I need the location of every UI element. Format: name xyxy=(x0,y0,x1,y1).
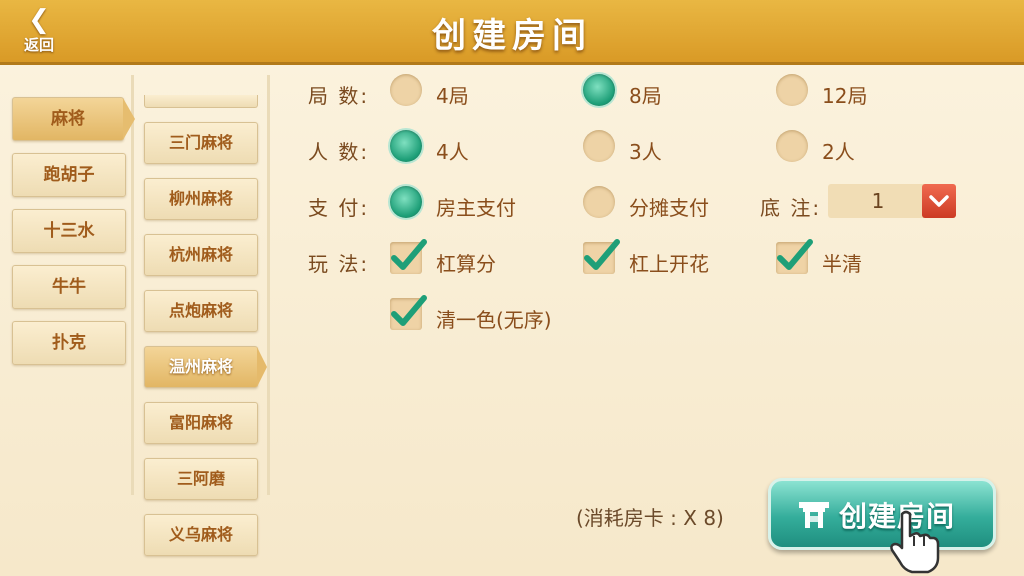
checkmark-icon xyxy=(391,295,427,326)
subgame-item-selected[interactable]: 温州麻将 xyxy=(144,346,267,388)
page-title: 创建房间 xyxy=(432,16,592,56)
players-label: 人 数: xyxy=(308,140,370,164)
rounds-option-8: 8局 xyxy=(629,84,662,108)
rule-option-half-clear: 半清 xyxy=(822,252,862,276)
players-option-4: 4人 xyxy=(436,140,469,164)
header-bar: ❮ 返回 创建房间 xyxy=(0,0,1024,65)
rule-option-gang-bloom: 杠上开花 xyxy=(629,252,709,276)
subgame-item[interactable]: 点炮麻将 xyxy=(144,290,258,332)
create-room-button[interactable]: 创建房间 xyxy=(768,478,996,550)
subgame-item[interactable]: 柳州麻将 xyxy=(144,178,258,220)
subgame-item[interactable]: 富阳麻将 xyxy=(144,402,258,444)
rule-checkbox-gang-score[interactable] xyxy=(390,239,427,274)
subgame-item[interactable]: 杭州麻将 xyxy=(144,234,258,276)
category-mahjong[interactable]: 麻将 xyxy=(12,97,135,141)
category-niuniu[interactable]: 牛牛 xyxy=(12,265,126,309)
players-radio-2[interactable] xyxy=(776,130,808,162)
rule-checkbox-half-clear[interactable] xyxy=(776,239,813,274)
rounds-label: 局 数: xyxy=(308,84,370,108)
players-option-2: 2人 xyxy=(822,140,855,164)
checkmark-icon xyxy=(584,239,620,270)
subgame-item[interactable]: 义乌麻将 xyxy=(144,514,258,556)
players-radio-3[interactable] xyxy=(583,130,615,162)
chevron-down-icon xyxy=(929,195,949,207)
rule-checkbox-gang-bloom[interactable] xyxy=(583,239,620,274)
rule-checkbox-pure-suit[interactable] xyxy=(390,295,427,330)
payment-label: 支 付: xyxy=(308,196,370,220)
rounds-option-12: 12局 xyxy=(822,84,868,108)
rounds-radio-4[interactable] xyxy=(390,74,422,106)
subgame-divider xyxy=(267,75,270,495)
payment-option-split: 分摊支付 xyxy=(629,196,709,220)
dropdown-button[interactable] xyxy=(922,184,956,218)
payment-option-host: 房主支付 xyxy=(436,196,516,220)
players-option-3: 3人 xyxy=(629,140,662,164)
payment-radio-split[interactable] xyxy=(583,186,615,218)
rounds-option-4: 4局 xyxy=(436,84,469,108)
checkmark-icon xyxy=(777,239,813,270)
payment-radio-host[interactable] xyxy=(390,186,422,218)
pointing-hand-icon xyxy=(890,510,940,574)
subgame-list-clipped-item xyxy=(144,95,258,108)
checkmark-icon xyxy=(391,239,427,270)
category-poker[interactable]: 扑克 xyxy=(12,321,126,365)
players-radio-4[interactable] xyxy=(390,130,422,162)
category-shisanshui[interactable]: 十三水 xyxy=(12,209,126,253)
base-bet-dropdown[interactable]: 1 xyxy=(828,184,956,218)
rule-option-gang-score: 杠算分 xyxy=(436,252,496,276)
rule-option-pure-suit: 清一色(无序) xyxy=(436,308,552,332)
base-bet-value: 1 xyxy=(871,189,885,213)
subgame-item[interactable]: 三门麻将 xyxy=(144,122,258,164)
gate-icon xyxy=(799,502,829,528)
rounds-radio-8[interactable] xyxy=(583,74,615,106)
category-paohuzi[interactable]: 跑胡子 xyxy=(12,153,126,197)
base-bet-label: 底 注: xyxy=(760,196,822,220)
subgame-item[interactable]: 三阿磨 xyxy=(144,458,258,500)
rules-label: 玩 法: xyxy=(308,252,370,276)
rounds-radio-12[interactable] xyxy=(776,74,808,106)
room-card-cost: (消耗房卡 : X 8) xyxy=(576,506,724,530)
